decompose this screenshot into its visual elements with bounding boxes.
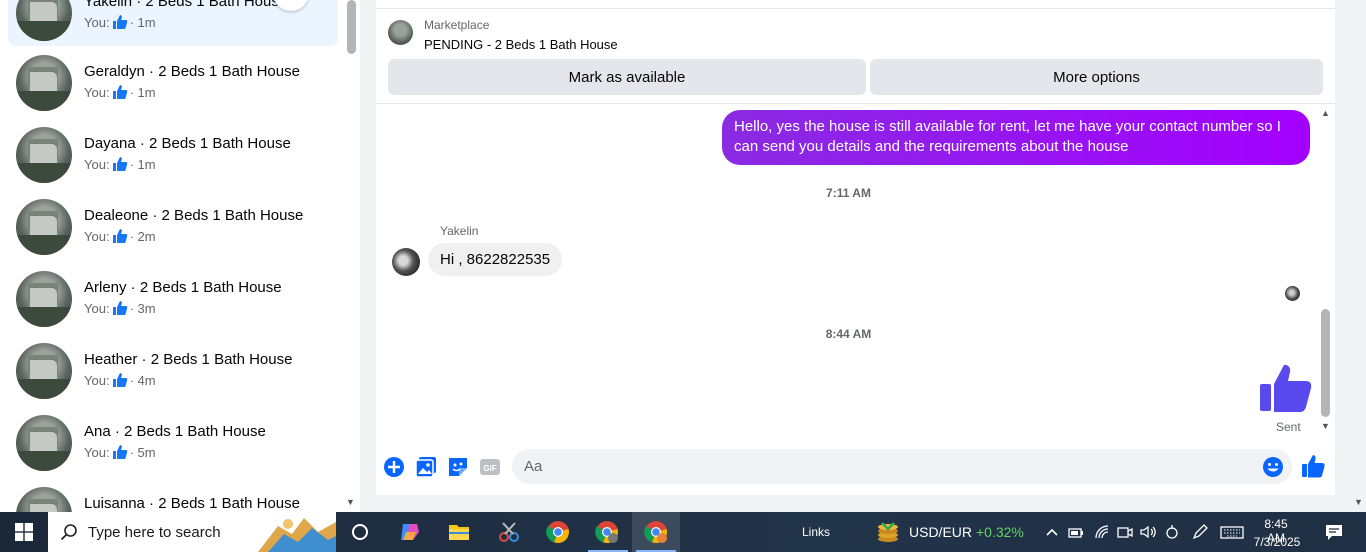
chat-name: Dayana · 2 Beds 1 Bath House (84, 135, 291, 152)
emoji-icon[interactable] (1262, 456, 1284, 478)
avatar (16, 487, 72, 512)
currency-change: +0.32% (976, 524, 1024, 540)
chrome-profile-icon[interactable] (595, 520, 619, 544)
thumbs-up-icon (112, 157, 127, 171)
timestamp-separator: 7:11 AM (826, 186, 871, 200)
search-icon (60, 524, 77, 541)
snipping-tool-icon[interactable] (497, 520, 521, 544)
sent-status: Sent (1276, 420, 1301, 434)
scroll-down-arrow-icon[interactable]: ▼ (1321, 421, 1330, 431)
more-options-button[interactable]: More options (870, 59, 1323, 95)
notifications-icon[interactable] (1325, 523, 1343, 541)
plus-circle-icon[interactable] (383, 456, 405, 478)
seen-by-avatar (1285, 286, 1300, 301)
chrome-profile-active-icon[interactable] (644, 520, 668, 544)
svg-text:GIF: GIF (483, 464, 496, 473)
chat-list-item[interactable]: Dealeone · 2 Beds 1 Bath House You: · 2m (8, 194, 338, 260)
avatar (16, 271, 72, 327)
chat-list-item[interactable]: Heather · 2 Beds 1 Bath House You: · 4m (8, 338, 338, 404)
pen-icon[interactable] (1192, 524, 1208, 540)
message-scrollbar[interactable] (1321, 309, 1330, 417)
conversation-panel: Marketplace PENDING - 2 Beds 1 Bath Hous… (376, 0, 1335, 495)
timestamp-separator: 8:44 AM (825, 327, 872, 341)
windows-taskbar: Type here to search Links USD/EUR +0.32%… (0, 512, 1366, 552)
scroll-down-arrow-icon[interactable]: ▼ (346, 497, 355, 507)
chat-last-message: You: · 1m (84, 84, 156, 100)
chat-last-message: You: · 1m (84, 156, 156, 172)
listing-thumbnail[interactable] (388, 20, 413, 45)
windows-start-button[interactable] (0, 512, 48, 552)
meet-now-icon[interactable] (1117, 524, 1133, 540)
sender-avatar[interactable] (392, 248, 420, 276)
message-input[interactable] (512, 449, 1292, 484)
thumbs-up-icon (112, 445, 127, 459)
taskbar-search-box[interactable]: Type here to search (48, 512, 336, 552)
incoming-message-bubble[interactable]: Hi , 8622822535 (428, 243, 563, 276)
chat-name: Dealeone · 2 Beds 1 Bath House (84, 207, 304, 224)
chat-name: Geraldyn · 2 Beds 1 Bath House (84, 63, 300, 80)
windows-logo-icon (15, 523, 33, 541)
gif-icon[interactable]: GIF (479, 456, 501, 478)
avatar (16, 199, 72, 255)
thumbs-up-icon[interactable] (1260, 362, 1312, 414)
task-view-icon[interactable] (348, 520, 372, 544)
chat-list-item[interactable]: Geraldyn · 2 Beds 1 Bath House You: · 1m (8, 50, 338, 116)
avatar (16, 55, 72, 111)
photo-gallery-icon[interactable] (415, 456, 437, 478)
chat-list-item[interactable]: Arleny · 2 Beds 1 Bath House You: · 3m (8, 266, 338, 332)
thumbs-up-icon (112, 85, 127, 99)
chat-name: Ana · 2 Beds 1 Bath House (84, 423, 266, 440)
scroll-down-arrow-icon[interactable]: ▼ (1354, 497, 1363, 507)
mark-as-available-button[interactable]: Mark as available (388, 59, 866, 95)
file-explorer-icon[interactable] (447, 520, 471, 544)
thumbs-up-icon (112, 301, 127, 315)
chat-list-item[interactable]: Yakelin · 2 Beds 1 Bath House You: · 1m … (8, 0, 338, 46)
search-highlight-illustration-icon (258, 518, 336, 552)
chat-last-message: You: · 5m (84, 444, 156, 460)
chat-last-message: You: · 3m (84, 300, 156, 316)
search-placeholder: Type here to search (88, 524, 221, 541)
sidebar-scrollbar[interactable] (347, 0, 356, 54)
keyboard-icon[interactable] (1220, 524, 1244, 540)
chat-name: Luisanna · 2 Beds 1 Bath House (84, 495, 300, 512)
marketplace-listing-header: Marketplace PENDING - 2 Beds 1 Bath Hous… (376, 8, 1335, 104)
chevron-up-icon[interactable] (1044, 524, 1060, 540)
chrome-icon[interactable] (546, 520, 570, 544)
thumbs-up-icon (112, 229, 127, 243)
battery-icon[interactable] (1068, 524, 1084, 540)
sender-name: Yakelin (440, 224, 479, 238)
chat-last-message: You: · 2m (84, 228, 156, 244)
chat-list-item[interactable]: Ana · 2 Beds 1 Bath House You: · 5m (8, 410, 338, 476)
avatar (16, 415, 72, 471)
chat-list-item[interactable]: Dayana · 2 Beds 1 Bath House You: · 1m (8, 122, 338, 188)
avatar (16, 127, 72, 183)
coins-stack-icon (878, 522, 898, 542)
thumbs-up-icon (112, 15, 127, 29)
marketplace-label: Marketplace (424, 18, 490, 32)
listing-title[interactable]: PENDING - 2 Beds 1 Bath House (424, 37, 618, 52)
chat-last-message: You: · 4m (84, 372, 156, 388)
system-clock-date[interactable]: 7/3/2025 (1252, 535, 1302, 549)
avatar (16, 343, 72, 399)
scroll-up-arrow-icon[interactable]: ▲ (1321, 108, 1330, 118)
chat-last-message: You: · 1m (84, 14, 156, 30)
sticker-icon[interactable] (447, 456, 469, 478)
chat-list-sidebar: Yakelin · 2 Beds 1 Bath House You: · 1m … (0, 0, 360, 512)
currency-pair[interactable]: USD/EUR (909, 524, 972, 540)
chat-name: Arleny · 2 Beds 1 Bath House (84, 279, 282, 296)
wifi-icon[interactable] (1094, 524, 1110, 540)
message-composer: GIF (376, 444, 1335, 489)
sync-icon[interactable] (1164, 524, 1180, 540)
avatar (16, 0, 72, 41)
chat-name: Heather · 2 Beds 1 Bath House (84, 351, 293, 368)
speaker-icon[interactable] (1140, 524, 1156, 540)
outgoing-message-bubble[interactable]: Hello, yes the house is still available … (722, 110, 1310, 165)
chat-list-item[interactable]: Luisanna · 2 Beds 1 Bath House (8, 482, 338, 512)
links-toolbar-label[interactable]: Links (802, 525, 830, 539)
thumbs-up-icon[interactable] (1301, 454, 1325, 478)
copilot-icon[interactable] (398, 520, 422, 544)
thumbs-up-icon (112, 373, 127, 387)
message-thread: ▲ Hello, yes the house is still availabl… (376, 104, 1335, 440)
